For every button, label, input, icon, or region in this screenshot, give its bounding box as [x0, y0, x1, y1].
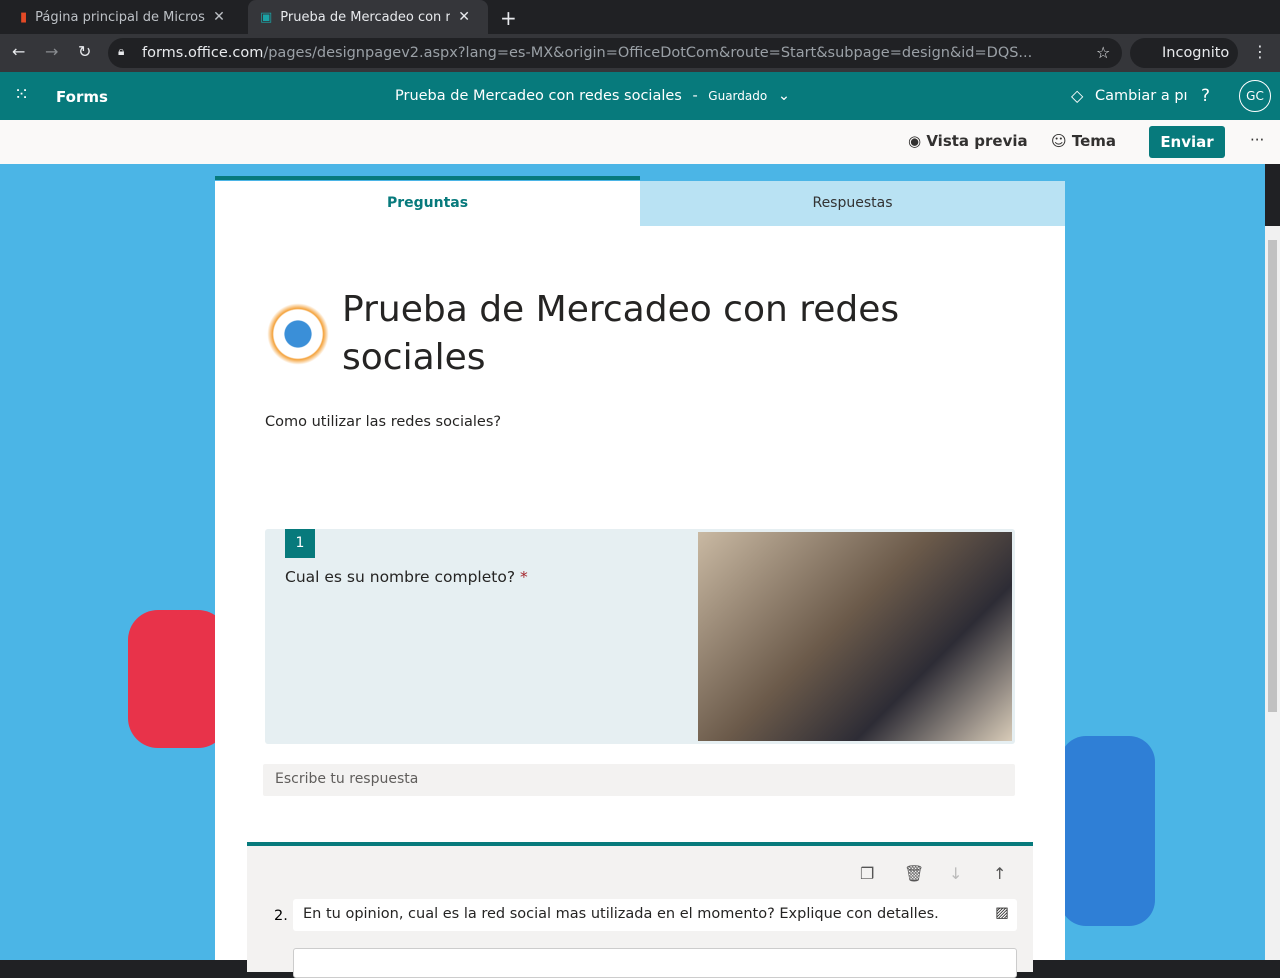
question-text-input[interactable]: En tu opinion, cual es la red social mas… — [293, 899, 1017, 931]
question-image — [698, 532, 1012, 741]
office-icon: ▮ — [20, 9, 28, 25]
tab-responses[interactable]: Respuestas — [640, 181, 1065, 226]
diamond-icon: ◇ — [1071, 86, 1084, 105]
trash-icon[interactable]: 🗑︎ — [904, 864, 924, 883]
app-name[interactable]: Forms — [56, 88, 108, 106]
palette-icon: ☺ — [1051, 132, 1067, 150]
more-button[interactable]: ··· — [1250, 131, 1264, 149]
form-description[interactable]: Como utilizar las redes sociales? — [265, 414, 501, 430]
answer-input[interactable]: Escribe tu respuesta — [263, 764, 1015, 796]
form-logo — [267, 303, 329, 365]
app-header: ⁙ Forms Prueba de Mercadeo con redes soc… — [0, 72, 1280, 120]
address-bar[interactable]: forms.office.com/pages/designpagev2.aspx… — [108, 38, 1122, 68]
app-launcher-icon[interactable]: ⁙ — [14, 84, 29, 105]
required-marker: * — [520, 568, 528, 586]
forms-icon: ▣ — [260, 9, 273, 25]
incognito-badge[interactable]: Incognito — [1130, 38, 1238, 68]
close-tab-icon[interactable]: ✕ — [213, 9, 225, 25]
eye-icon: ◉ — [908, 132, 922, 150]
browser-tabbar: ▮ Página principal de Microsoft ✕ ▣ Prue… — [0, 0, 1280, 34]
menu-icon[interactable]: ⋮ — [1252, 42, 1268, 61]
answer-preview-field — [293, 948, 1017, 978]
reload-icon[interactable]: ↻ — [78, 42, 91, 61]
app-decoration — [1060, 736, 1155, 926]
mail-decoration — [128, 610, 228, 748]
arrow-up-icon[interactable]: ↑ — [993, 864, 1006, 883]
question-number: 2. — [274, 908, 288, 924]
copy-icon[interactable]: ❐ — [860, 864, 874, 883]
help-button[interactable]: ? — [1201, 86, 1210, 106]
tab-questions[interactable]: Preguntas — [215, 181, 640, 226]
preview-button[interactable]: ◉ Vista previa — [908, 132, 1028, 150]
form-title[interactable]: Prueba de Mercadeo con redes sociales — [342, 286, 942, 382]
arrow-down-icon[interactable]: ↓ — [949, 864, 962, 883]
tab-indicator — [215, 176, 640, 180]
question-number: 1 — [285, 529, 315, 558]
command-bar: ◉ Vista previa ☺ Tema Enviar ··· — [0, 120, 1280, 164]
browser-tab-forms[interactable]: ▣ Prueba de Mercadeo con redes sociales … — [248, 0, 488, 34]
avatar[interactable]: GC — [1239, 80, 1271, 112]
scrollbar-thumb[interactable] — [1268, 240, 1277, 712]
browser-tab-office[interactable]: ▮ Página principal de Microsoft ✕ — [8, 0, 248, 34]
browser-toolbar: ← → ↻ forms.office.com/pages/designpagev… — [0, 34, 1280, 72]
question-1[interactable]: 1 Cual es su nombre completo? * — [265, 529, 1015, 744]
theme-button[interactable]: ☺ Tema — [1051, 132, 1116, 150]
lock-icon: 🔒︎ — [118, 44, 125, 58]
forward-icon[interactable]: → — [45, 42, 58, 61]
chevron-down-icon: ⌄ — [777, 88, 790, 104]
back-icon[interactable]: ← — [12, 42, 25, 61]
upgrade-link[interactable]: Cambiar a pı — [1095, 88, 1188, 104]
scrollbar[interactable] — [1265, 226, 1280, 960]
send-button[interactable]: Enviar — [1149, 126, 1225, 158]
question-2[interactable]: ❐ 🗑︎ ↓ ↑ 2. En tu opinion, cual es la re… — [247, 842, 1033, 978]
close-tab-icon[interactable]: ✕ — [458, 9, 470, 25]
form-card: Preguntas Respuestas Prueba de Mercadeo … — [215, 181, 1065, 978]
form-title-menu[interactable]: Prueba de Mercadeo con redes sociales - … — [395, 88, 790, 104]
question-text: Cual es su nombre completo? — [285, 568, 516, 586]
new-tab-icon[interactable]: + — [500, 6, 517, 30]
star-icon[interactable]: ☆ — [1096, 43, 1110, 62]
image-insert-icon: ▨ — [995, 905, 1009, 921]
